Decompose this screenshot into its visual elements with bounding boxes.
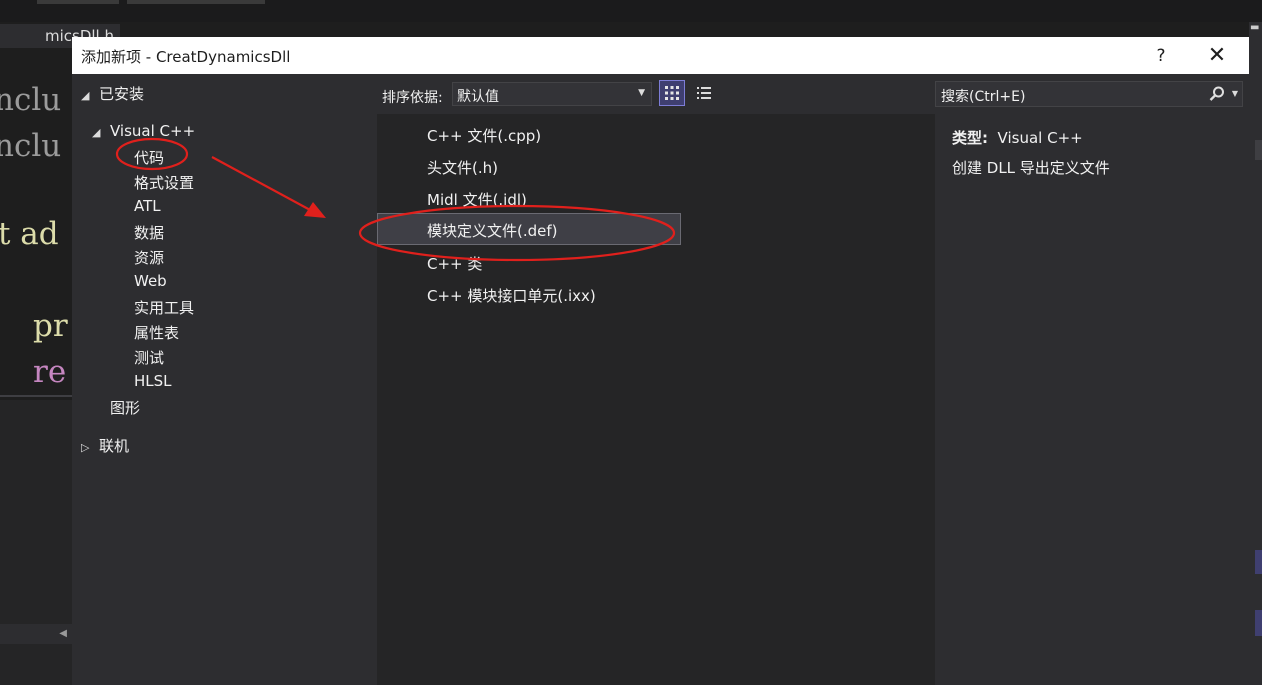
tree-item-hlsl[interactable]: HLSL <box>134 372 172 390</box>
details-panel: 类型: Visual C++ 创建 DLL 导出定义文件 <box>935 114 1249 685</box>
tree-item-visual-cpp[interactable]: ◢ Visual C++ <box>92 122 195 140</box>
chevron-down-icon: ▼ <box>638 88 645 98</box>
template-label: C++ 模块接口单元(.ixx) <box>427 287 596 305</box>
sort-toolbar: 排序依据: 默认值 ▼ <box>377 74 935 114</box>
template-list: C++ 文件(.cpp) 头文件(.h) Midl 文件(.idl) 模块定义文… <box>377 114 935 685</box>
ide-top-bar <box>0 0 1262 22</box>
tree-item-web[interactable]: Web <box>134 272 167 290</box>
code-line: nclu <box>0 128 62 164</box>
collapsed-arrow-icon[interactable]: ▷ <box>81 441 99 454</box>
search-input[interactable]: 搜索(Ctrl+E) ▼ <box>935 81 1243 107</box>
template-item-def[interactable]: 模块定义文件(.def) <box>377 213 681 245</box>
dialog-title: 添加新项 - CreatDynamicsDll <box>81 48 291 66</box>
code-line: pr <box>33 308 68 344</box>
scroll-left-icon[interactable]: ◀ <box>59 628 67 639</box>
template-label: 模块定义文件(.def) <box>427 222 558 240</box>
tree-item-formatting[interactable]: 格式设置 <box>134 172 194 193</box>
add-new-item-dialog: 添加新项 - CreatDynamicsDll ? ✕ ◢ 已安装 ◢ Visual… <box>72 37 1249 685</box>
divider <box>0 395 72 397</box>
code-line: t ad <box>0 216 59 252</box>
template-item-header[interactable]: 头文件(.h) <box>377 150 681 182</box>
code-line: re <box>33 354 67 390</box>
tree-item-atl[interactable]: ATL <box>134 197 161 215</box>
sort-value: 默认值 <box>457 89 499 105</box>
grid-view-button[interactable] <box>659 80 685 106</box>
tree-item-label: Visual C++ <box>110 122 196 140</box>
tree-item-graphics[interactable]: 图形 <box>110 397 140 418</box>
tree-item-resource[interactable]: 资源 <box>134 247 164 268</box>
template-item-idl[interactable]: Midl 文件(.idl) <box>377 182 681 214</box>
category-tree: ◢ 已安装 ◢ Visual C++ 代码 格式设置 ATL 数据 资源 Web 实… <box>72 74 377 685</box>
detail-description: 创建 DLL 导出定义文件 <box>952 159 1110 177</box>
sort-dropdown[interactable]: 默认值 ▼ <box>452 82 652 106</box>
template-item-class[interactable]: C++ 类 <box>377 246 681 278</box>
list-view-button[interactable] <box>691 80 717 106</box>
right-edge-panel: ▬ <box>1249 22 1262 685</box>
help-button[interactable]: ? <box>1144 41 1178 71</box>
search-icon[interactable] <box>1208 85 1226 103</box>
minimize-icon[interactable]: ▬ <box>1250 22 1259 33</box>
template-label: 头文件(.h) <box>427 159 498 177</box>
expanded-arrow-icon[interactable]: ◢ <box>81 89 99 102</box>
template-label: Midl 文件(.idl) <box>427 191 527 209</box>
template-item-ixx[interactable]: C++ 模块接口单元(.ixx) <box>377 278 681 310</box>
tree-item-installed[interactable]: ◢ 已安装 <box>81 83 144 104</box>
dialog-titlebar[interactable]: 添加新项 - CreatDynamicsDll ? ✕ <box>72 37 1249 74</box>
template-item-cpp[interactable]: C++ 文件(.cpp) <box>377 118 681 150</box>
tree-item-utility[interactable]: 实用工具 <box>134 297 194 318</box>
sort-label: 排序依据: <box>382 90 443 106</box>
code-line: nclu <box>0 82 62 118</box>
template-label: C++ 文件(.cpp) <box>427 127 542 145</box>
list-view-icon <box>697 87 711 99</box>
tree-item-test[interactable]: 测试 <box>134 347 164 368</box>
code-editor[interactable]: nclu nclu t ad pr re <box>0 74 72 394</box>
expanded-arrow-icon[interactable]: ◢ <box>92 126 110 139</box>
detail-type-value: Visual C++ <box>997 129 1083 147</box>
search-placeholder: 搜索(Ctrl+E) <box>941 89 1026 105</box>
tree-item-data[interactable]: 数据 <box>134 222 164 243</box>
detail-type-label: 类型: <box>952 129 988 147</box>
tree-item-label: 已安装 <box>99 85 145 103</box>
detail-type: 类型: Visual C++ <box>952 127 1083 148</box>
tree-item-code[interactable]: 代码 <box>134 147 164 168</box>
close-button[interactable]: ✕ <box>1200 41 1234 71</box>
search-options-icon[interactable]: ▼ <box>1232 89 1238 98</box>
tree-item-property-sheets[interactable]: 属性表 <box>134 322 179 343</box>
template-label: C++ 类 <box>427 255 483 273</box>
grid-view-icon <box>665 86 679 100</box>
horizontal-scrollbar[interactable]: ◀ <box>0 624 72 644</box>
tree-item-online[interactable]: ▷ 联机 <box>81 435 129 456</box>
tree-item-label: 联机 <box>99 437 130 455</box>
